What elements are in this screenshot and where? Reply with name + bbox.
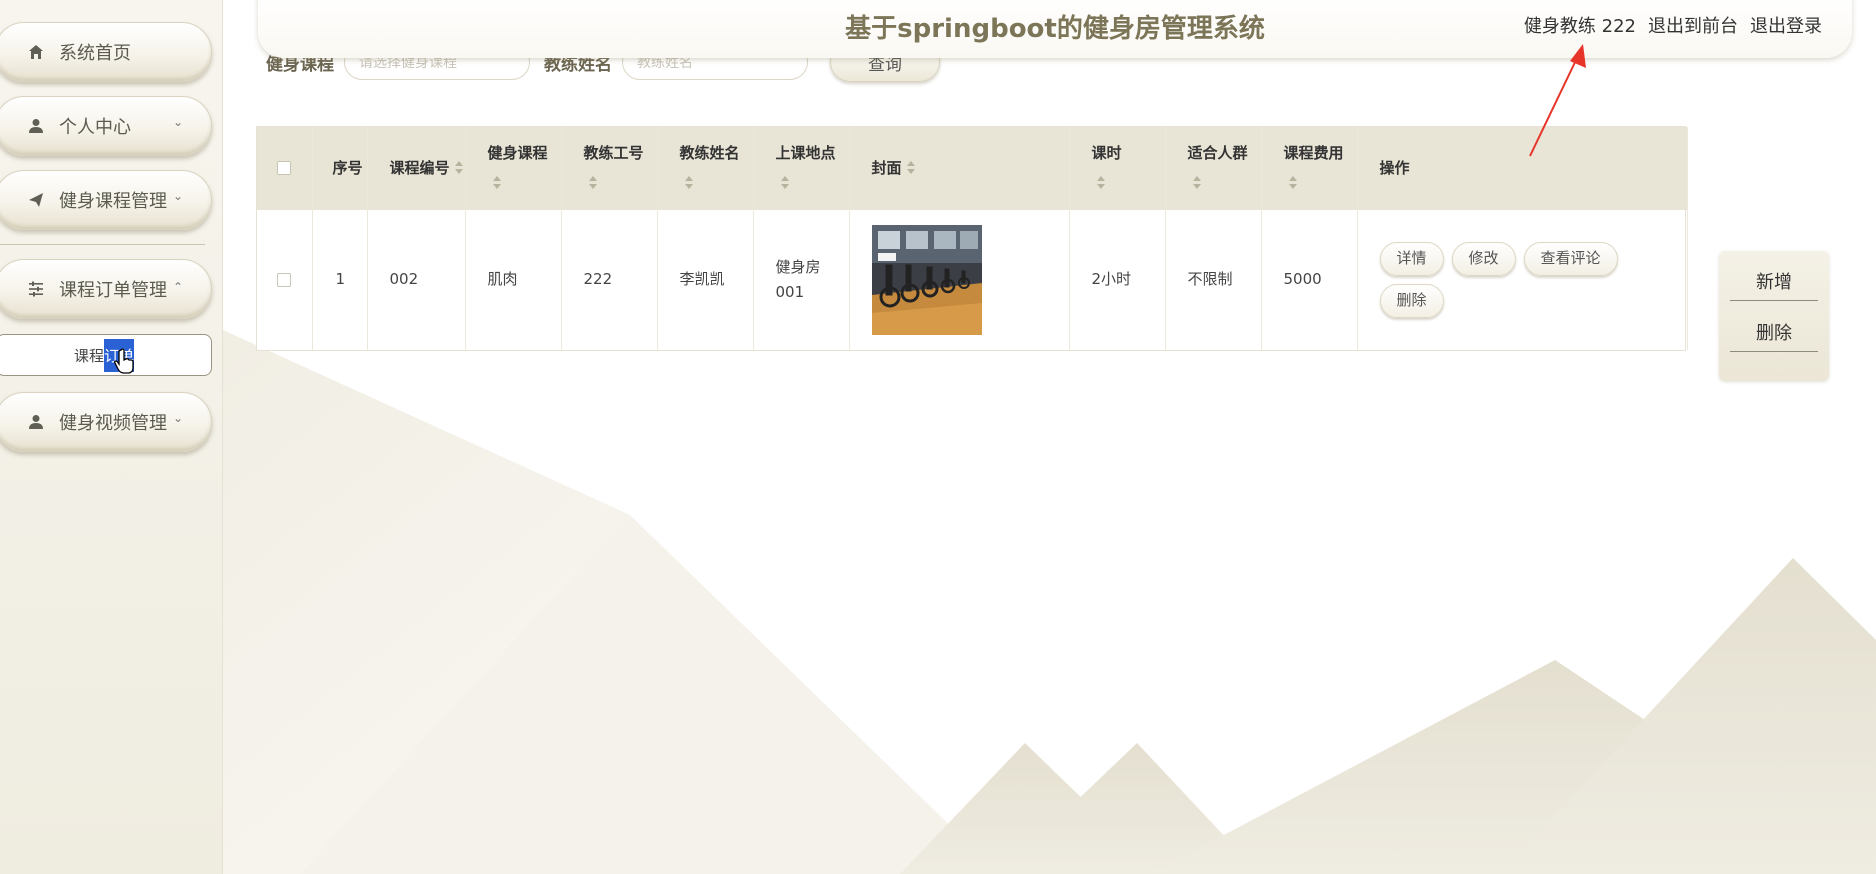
user-icon [27, 413, 45, 431]
cell-course: 肌肉 [465, 208, 562, 350]
sort-icon [1096, 176, 1106, 190]
detail-button[interactable]: 详情 [1379, 241, 1444, 276]
sort-icon [906, 161, 916, 175]
header-index: 序号 [312, 127, 368, 209]
chevron-down-icon: ⌄ [172, 115, 183, 129]
sidebar-item-label: 健身视频管理 [59, 413, 167, 434]
header-fee[interactable]: 课程费用 [1261, 127, 1358, 209]
cell-index: 1 [312, 208, 368, 350]
select-all-checkbox[interactable] [257, 127, 313, 209]
cell-coach-name: 李凯凯 [657, 208, 754, 350]
cell-fee: 5000 [1261, 208, 1358, 350]
home-icon [27, 43, 45, 61]
header-user-menu: 健身教练 222 退出到前台 退出登录 [1524, 12, 1822, 38]
sort-icon [684, 176, 694, 190]
bulk-delete-button[interactable]: 删除 [1730, 312, 1818, 352]
cell-actions: 详情 修改 查看评论删除 [1357, 208, 1688, 350]
header-hours[interactable]: 课时 [1069, 127, 1166, 209]
sidebar-item-home[interactable]: 系统首页 [0, 22, 212, 82]
sliders-icon [27, 280, 45, 298]
sort-icon [1192, 176, 1202, 190]
sort-icon [454, 161, 464, 175]
chevron-down-icon: ⌄ [172, 189, 183, 203]
submenu-label: 课程 [73, 346, 104, 365]
cell-hours: 2小时 [1069, 208, 1166, 350]
back-to-front-link[interactable]: 退出到前台 [1648, 12, 1738, 38]
chevron-up-icon: ⌃ [172, 280, 183, 294]
gym-cover-image[interactable] [871, 224, 982, 335]
sidebar-item-order-management[interactable]: 课程订单管理 ⌃ [0, 259, 212, 319]
submenu-item-course-orders[interactable]: 课程订单 [0, 334, 212, 376]
user-label: 健身教练 222 [1523, 16, 1636, 37]
sidebar-divider [0, 244, 205, 245]
header-course-no[interactable]: 课程编号 [367, 127, 466, 209]
header-coach-no[interactable]: 教练工号 [561, 127, 658, 209]
header-course[interactable]: 健身课程 [465, 127, 562, 209]
sidebar-item-label: 课程订单管理 [59, 280, 167, 301]
chevron-down-icon: ⌄ [172, 411, 183, 425]
sidebar-item-personal-center[interactable]: 个人中心 ⌄ [0, 96, 212, 156]
cell-cover [849, 208, 1070, 350]
sidebar-item-label: 个人中心 [59, 117, 131, 138]
header-location[interactable]: 上课地点 [753, 127, 850, 209]
sidebar: 系统首页 个人中心 ⌄ 健身课程管理 ⌄ 课程订单管理 ⌃ 课程订单 [0, 0, 223, 874]
header-audience[interactable]: 适合人群 [1165, 127, 1262, 209]
hand-cursor-icon [114, 348, 134, 374]
user-icon [27, 117, 45, 135]
top-header: 基于springboot的健身房管理系统 健身教练 222 退出到前台 退出登录 [258, 0, 1852, 58]
sort-icon [1288, 176, 1298, 190]
table-row: 1 002 肌肉 222 李凯凯 健身房001 2小时 不限制 5000 详情 … [257, 208, 1688, 350]
bulk-action-panel: 新增 删除 [1719, 251, 1829, 381]
header-coach-name[interactable]: 教练姓名 [657, 127, 754, 209]
send-icon [27, 191, 45, 209]
sidebar-item-video-management[interactable]: 健身视频管理 ⌄ [0, 392, 212, 452]
cell-audience: 不限制 [1165, 208, 1262, 350]
sort-icon [780, 176, 790, 190]
header-cover[interactable]: 封面 [849, 127, 1070, 209]
cell-coach-no: 222 [561, 208, 658, 350]
edit-button[interactable]: 修改 [1451, 241, 1516, 276]
sidebar-item-label: 系统首页 [59, 43, 131, 64]
delete-row-button[interactable]: 删除 [1379, 283, 1444, 318]
table-header-row: 序号 课程编号 健身课程 教练工号 教练姓名 上课地点 封面 课时 适合人群 课… [257, 127, 1688, 209]
course-table: 序号 课程编号 健身课程 教练工号 教练姓名 上课地点 封面 课时 适合人群 课… [256, 126, 1688, 351]
cell-course-no: 002 [367, 208, 466, 350]
logout-link[interactable]: 退出登录 [1750, 12, 1822, 38]
sidebar-item-label: 健身课程管理 [59, 191, 167, 212]
row-checkbox[interactable] [257, 208, 313, 350]
cell-location: 健身房001 [753, 208, 850, 350]
sort-icon [588, 176, 598, 190]
header-actions: 操作 [1357, 127, 1688, 209]
view-comments-button[interactable]: 查看评论 [1523, 241, 1618, 276]
sort-icon [492, 176, 502, 190]
add-button[interactable]: 新增 [1730, 261, 1818, 301]
sidebar-item-course-management[interactable]: 健身课程管理 ⌄ [0, 170, 212, 230]
